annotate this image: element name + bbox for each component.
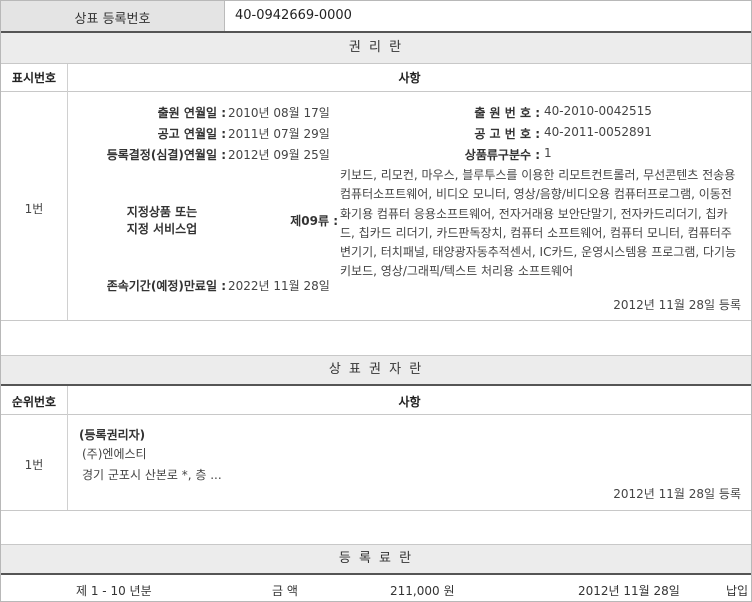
owners-header-rule xyxy=(1,414,751,415)
fee-amount: 211,000 원 xyxy=(390,584,455,598)
owners-bottom-rule xyxy=(1,510,751,511)
rights-col-num: 표시번호 xyxy=(11,71,57,85)
fees-section-title: 등 록 료 란 xyxy=(1,545,751,573)
header-label: 상표 등록번호 xyxy=(74,12,151,27)
goods-label-line2: 지정 서비스업 xyxy=(126,222,198,236)
rights-bottom-rule xyxy=(1,320,751,321)
owners-col-num: 순위번호 xyxy=(11,395,57,409)
pub-date: 2011년 07월 29일 xyxy=(228,127,330,141)
fee-amount-label: 금 액 xyxy=(272,584,298,598)
fees-band-rule xyxy=(1,573,751,575)
goods-class-label: 제09류 : xyxy=(290,214,338,228)
pub-no: 40-2011-0052891 xyxy=(544,125,652,139)
pub-no-label: 공 고 번 호 : xyxy=(474,127,540,141)
fee-period: 제 1 - 10 년분 xyxy=(76,584,152,598)
goods-label-line1: 지정상품 또는 xyxy=(126,205,198,219)
owner-name: (주)엔에스티 xyxy=(82,447,147,461)
designated-goods-text: 키보드, 리모컨, 마우스, 블루투스를 이용한 리모트컨트롤러, 무선콘텐츠 … xyxy=(340,168,737,279)
app-no: 40-2010-0042515 xyxy=(544,104,652,118)
registration-number: 40-0942669-0000 xyxy=(235,8,352,23)
decision-date-label: 등록결정(심결)연월일 : xyxy=(106,148,226,162)
owners-section-title: 상 표 권 자 란 xyxy=(1,356,751,384)
rights-header-rule xyxy=(1,91,751,92)
header-divider xyxy=(224,1,225,31)
class-count-label: 상품류구분수 : xyxy=(464,148,540,162)
owners-col-item: 사항 xyxy=(398,395,421,409)
owners-row-number: 1번 xyxy=(24,458,44,472)
fee-paid-date: 2012년 11월 28일 xyxy=(578,584,680,598)
app-no-label: 출 원 번 호 : xyxy=(474,106,540,120)
rights-col-item: 사항 xyxy=(398,71,421,85)
fee-status: 납입 xyxy=(726,584,749,598)
rights-band-rule xyxy=(1,63,751,64)
owner-type: (등록권리자) xyxy=(79,428,146,442)
rights-section-title: 권 리 란 xyxy=(1,33,751,63)
owners-col-divider xyxy=(67,386,68,510)
rights-registered-note: 2012년 11월 28일 등록 xyxy=(613,298,741,312)
pub-date-label: 공고 연월일 : xyxy=(157,127,226,141)
rights-row-number: 1번 xyxy=(24,202,44,216)
app-date: 2010년 08월 17일 xyxy=(228,106,330,120)
expiry-date: 2022년 11월 28일 xyxy=(228,279,330,293)
class-count: 1 xyxy=(544,146,552,160)
app-date-label: 출원 연월일 : xyxy=(157,106,226,120)
expiry-date-label: 존속기간(예정)만료일 : xyxy=(106,279,226,293)
owners-band-rule xyxy=(1,384,751,386)
owner-address: 경기 군포시 산본로 *, 층 ... xyxy=(82,468,222,482)
owners-registered-note: 2012년 11월 28일 등록 xyxy=(613,487,741,501)
decision-date: 2012년 09월 25일 xyxy=(228,148,330,162)
